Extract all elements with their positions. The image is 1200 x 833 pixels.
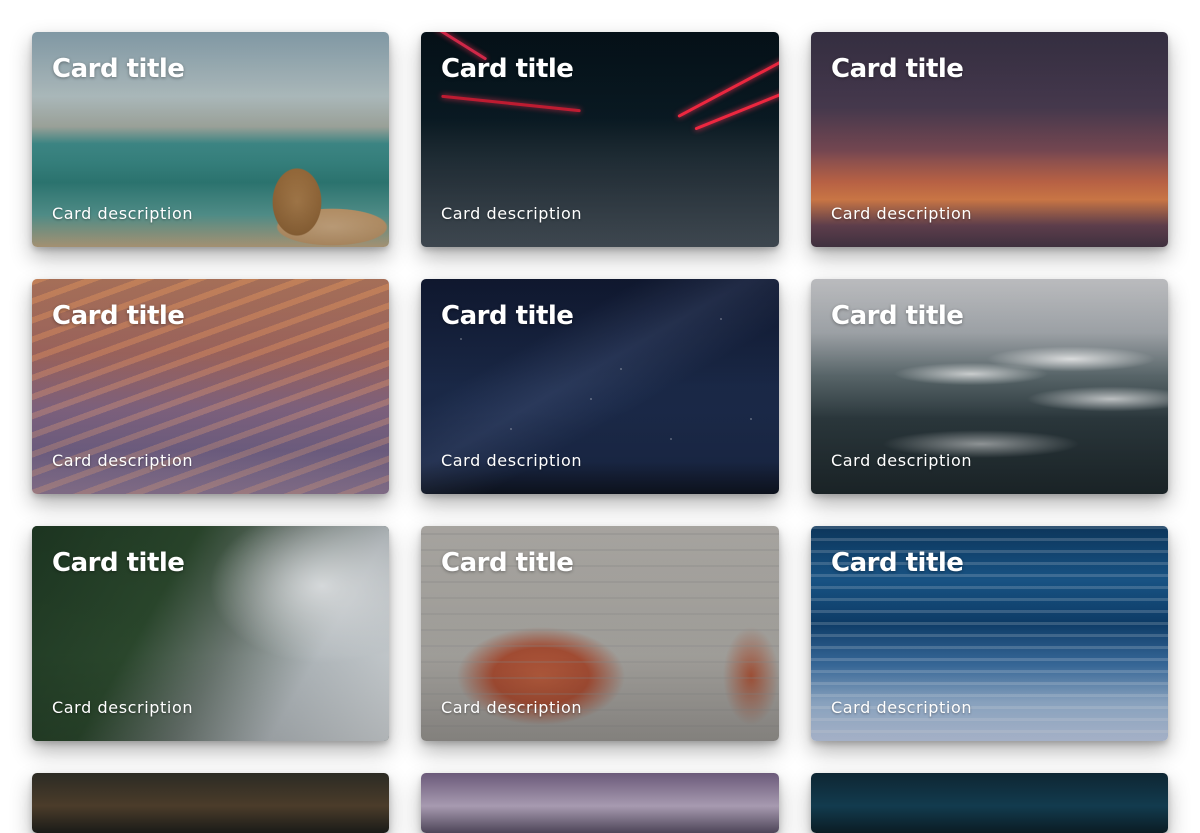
card-2[interactable]: Card title Card description — [421, 32, 779, 247]
card-description: Card description — [831, 451, 973, 470]
card-description: Card description — [831, 204, 973, 223]
card-grid: Card title Card description Card title C… — [32, 32, 1168, 741]
card-5[interactable]: Card title Card description — [421, 279, 779, 494]
card-title: Card title — [831, 54, 964, 84]
card-title: Card title — [441, 301, 574, 331]
card-description: Card description — [52, 204, 194, 223]
card-description: Card description — [52, 698, 194, 717]
card-title: Card title — [52, 548, 185, 578]
card-3[interactable]: Card title Card description — [811, 32, 1168, 247]
card-image — [811, 773, 1168, 833]
card-description: Card description — [441, 204, 583, 223]
card-title: Card title — [831, 548, 964, 578]
card-partial-2[interactable] — [421, 773, 779, 833]
card-partial-1[interactable] — [32, 773, 389, 833]
card-image — [421, 773, 779, 833]
card-image — [32, 773, 389, 833]
card-title: Card title — [831, 301, 964, 331]
card-partial-3[interactable] — [811, 773, 1168, 833]
card-title: Card title — [441, 54, 574, 84]
card-4[interactable]: Card title Card description — [32, 279, 389, 494]
card-title: Card title — [52, 54, 185, 84]
card-8[interactable]: Card title Card description — [421, 526, 779, 741]
card-description: Card description — [831, 698, 973, 717]
card-title: Card title — [52, 301, 185, 331]
card-1[interactable]: Card title Card description — [32, 32, 389, 247]
card-description: Card description — [441, 698, 583, 717]
card-title: Card title — [441, 548, 574, 578]
next-card-row — [32, 773, 1168, 833]
card-7[interactable]: Card title Card description — [32, 526, 389, 741]
card-9[interactable]: Card title Card description — [811, 526, 1168, 741]
card-description: Card description — [441, 451, 583, 470]
card-6[interactable]: Card title Card description — [811, 279, 1168, 494]
card-description: Card description — [52, 451, 194, 470]
